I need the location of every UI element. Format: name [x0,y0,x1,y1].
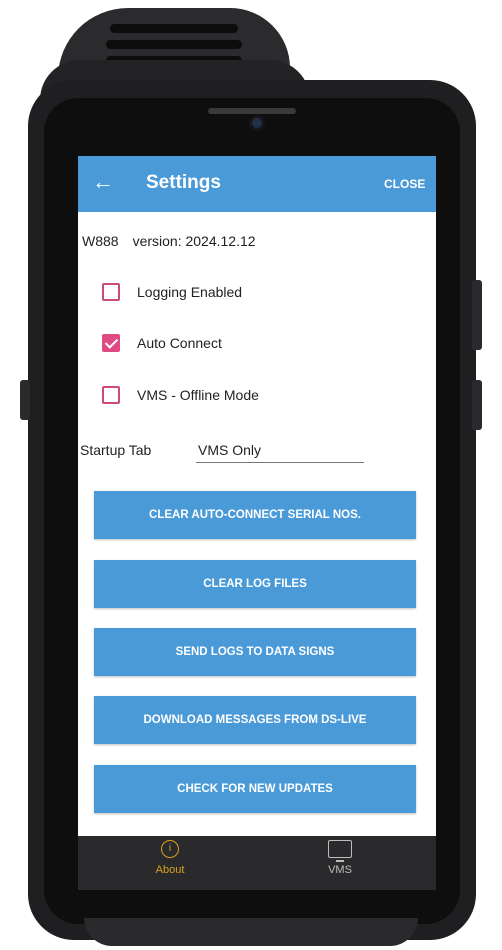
version-info: W888 version: 2024.12.12 [82,233,270,249]
auto-connect-option[interactable]: Auto Connect [102,331,222,355]
startup-tab-select[interactable]: VMS Only [196,440,364,463]
side-button-right-bottom [472,380,482,430]
vms-offline-mode-option[interactable]: VMS - Offline Mode [102,383,259,407]
front-camera-icon [252,118,262,128]
auto-connect-label: Auto Connect [137,335,222,351]
close-button[interactable]: CLOSE [384,177,425,191]
bottom-navigation: i About VMS [78,836,436,890]
speaker-grille-line [106,40,242,49]
earpiece-icon [208,108,296,114]
device-bottom-foot [84,918,418,946]
side-button-left [20,380,30,420]
check-updates-button[interactable]: CHECK FOR NEW UPDATES [94,765,416,813]
nav-item-vms[interactable]: VMS [280,840,400,886]
speaker-grille-line [110,24,238,33]
vms-offline-mode-checkbox[interactable] [102,386,120,404]
page-title: Settings [146,172,221,193]
logging-enabled-label: Logging Enabled [137,284,243,300]
auto-connect-checkbox[interactable] [102,334,120,352]
clear-auto-connect-serial-button[interactable]: CLEAR AUTO-CONNECT SERIAL NOS. [94,491,416,539]
nav-item-about[interactable]: i About [110,840,230,886]
nav-label-vms: VMS [328,864,352,876]
download-messages-button[interactable]: DOWNLOAD MESSAGES FROM DS-LIVE [94,696,416,744]
logging-enabled-checkbox[interactable] [102,283,120,301]
logging-enabled-option[interactable]: Logging Enabled [102,280,242,304]
app-bar: ← Settings CLOSE [78,156,436,212]
monitor-icon [328,840,352,862]
nav-label-about: About [155,864,185,876]
startup-tab-label: Startup Tab [80,442,152,458]
arrow-left-icon[interactable]: ← [92,170,116,194]
startup-tab-value: VMS Only [198,442,262,458]
side-button-right-top [472,280,482,350]
info-circle-icon: i [161,840,179,858]
vms-offline-mode-label: VMS - Offline Mode [137,387,259,403]
clear-log-files-button[interactable]: CLEAR LOG FILES [94,560,416,608]
device-model: W888 [82,233,119,249]
send-logs-button[interactable]: SEND LOGS TO DATA SIGNS [94,628,416,676]
version-text: version: 2024.12.12 [132,233,256,249]
app-screen: ← Settings CLOSE W888 version: 2024.12.12… [78,156,436,890]
